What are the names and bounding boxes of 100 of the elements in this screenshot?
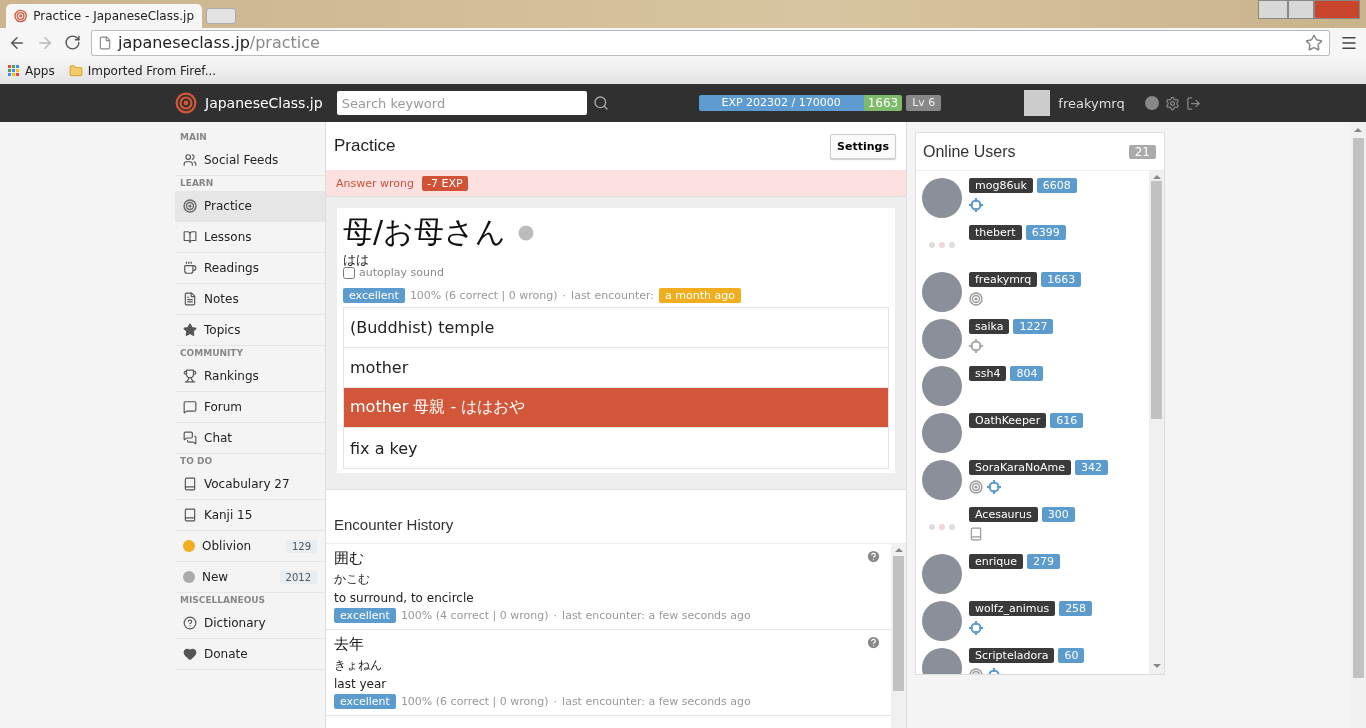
concentric-circles-icon [969,480,983,494]
username-badge[interactable]: OathKeeper [969,413,1047,428]
site-logo-icon [14,9,28,23]
username-badge[interactable]: Scripteladora [969,648,1055,663]
separator-dot: · [553,609,558,622]
speech-bubbles-icon [183,431,197,445]
separator-dot: · [562,289,567,302]
stats-text: 100% (6 correct | 0 wrong) [400,695,549,708]
minimize-button[interactable] [1258,0,1288,19]
level-badge: Lv 6 [906,95,942,111]
entry-word: 去年 [334,635,364,654]
entry-reading: きょねん [334,657,383,674]
points-badge: 6399 [1025,225,1066,240]
crosshair-icon [969,339,983,353]
points-badge: 804 [1010,366,1044,381]
username-badge[interactable]: freakymrq [969,272,1038,287]
checkbox-label: autoplay sound [359,266,444,279]
points-badge: 60 [1058,648,1085,663]
status-icon[interactable] [1144,96,1159,110]
time-badge: a month ago [659,288,741,303]
autoplay-checkbox[interactable] [343,266,355,279]
folder-icon [68,63,83,78]
book-icon [183,508,197,522]
answer-option[interactable]: mother 母親 - ははおや [344,388,888,428]
username-badge[interactable]: Acesaurus [969,507,1038,522]
people-icon [183,153,197,167]
book-icon [969,527,983,541]
speech-bubble-icon [183,400,197,414]
sidebar-item[interactable]: New 2012 [175,562,325,593]
concentric-circles-icon [969,292,983,306]
bookmark-item[interactable]: Imported From Firef... [68,63,217,78]
page-scrollbar[interactable] [1350,122,1366,728]
cup-icon [183,261,197,275]
scrollbar[interactable] [891,544,906,728]
new-tab-button[interactable] [206,8,236,24]
points-badge: 279 [1027,554,1061,569]
crosshair-icon [969,198,983,212]
points-badge: 1227 [1013,319,1054,334]
scrollbar[interactable] [1149,171,1164,674]
stats-text: 100% (6 correct | 0 wrong) [409,289,558,302]
username-badge[interactable]: thebert [969,225,1022,240]
section-heading: MAIN [179,131,208,144]
entry-meaning: to surround, to encircle [334,591,475,605]
question-word: 母/お母さん [343,213,507,251]
sidebar-item[interactable]: Practice [175,191,325,222]
reading-text: はは [343,253,370,266]
search-field[interactable]: Search keyword [336,91,587,115]
crosshair-icon [987,480,1001,494]
panel-title: Practice [334,136,396,156]
points-badge: 300 [1041,507,1075,522]
points-badge: 1663 [863,95,903,111]
settings-icon[interactable] [1164,95,1180,111]
book-icon [183,230,197,244]
crosshair-icon [969,621,983,635]
concentric-circles-icon [183,199,197,213]
panel-title: Online Users [923,142,1016,161]
username-badge[interactable]: ssh4 [969,366,1007,381]
sign-out-icon[interactable] [1185,95,1201,111]
address-bar[interactable]: japaneseclass.jp/practice [91,29,1330,56]
username[interactable]: freakymrq [1058,95,1125,111]
count-badge: 21 [1128,144,1156,159]
stats-text: 100% (4 correct | 0 wrong) [400,609,549,622]
trophy-icon [183,369,197,383]
entry-word: 囲む [334,549,364,568]
help-icon [183,616,197,630]
reload-icon[interactable] [64,34,81,51]
search-icon[interactable] [592,95,609,111]
points-badge: 258 [1059,601,1093,616]
section-title: Encounter History [326,490,906,544]
site-logo-icon [175,92,197,114]
apps-grid-icon [8,64,20,77]
count-badge: 2012 [279,570,317,584]
username-badge[interactable]: saika [969,319,1010,334]
grade-badge: excellent [343,288,405,303]
restore-button[interactable] [1288,0,1314,19]
loading-dots-icon [929,524,955,530]
section-heading: LEARN [179,177,215,190]
help-icon[interactable] [866,549,881,564]
count-badge: 129 [285,539,317,553]
points-badge: 6608 [1036,178,1077,193]
entry-meaning: last year [334,677,388,691]
help-icon[interactable] [866,635,881,650]
bookmark-star-icon[interactable] [1305,33,1323,52]
site-name[interactable]: JapaneseClass.jp [205,95,323,111]
avatar-placeholder[interactable] [1024,90,1051,116]
username-badge[interactable]: SoraKaraNoAme [969,460,1071,475]
page-icon [98,35,112,50]
book-icon [183,477,197,491]
bookmark-item[interactable]: Apps [8,63,55,78]
settings-button[interactable]: Settings [830,133,896,159]
grade-badge: excellent [334,608,396,623]
sidebar-item[interactable]: Oblivion 129 [175,531,325,562]
section-heading: MISCELLANEOUS [179,594,267,607]
separator-dot: · [553,695,558,708]
username-badge[interactable]: enrique [969,554,1024,569]
browser-tab[interactable]: Practice - JapaneseClass.jp [6,4,202,28]
username-badge[interactable]: wolfz_animus [969,601,1056,616]
username-badge[interactable]: mog86uk [969,178,1033,193]
play-icon[interactable] [516,222,537,243]
exp-penalty-badge: -7 EXP [422,175,468,191]
